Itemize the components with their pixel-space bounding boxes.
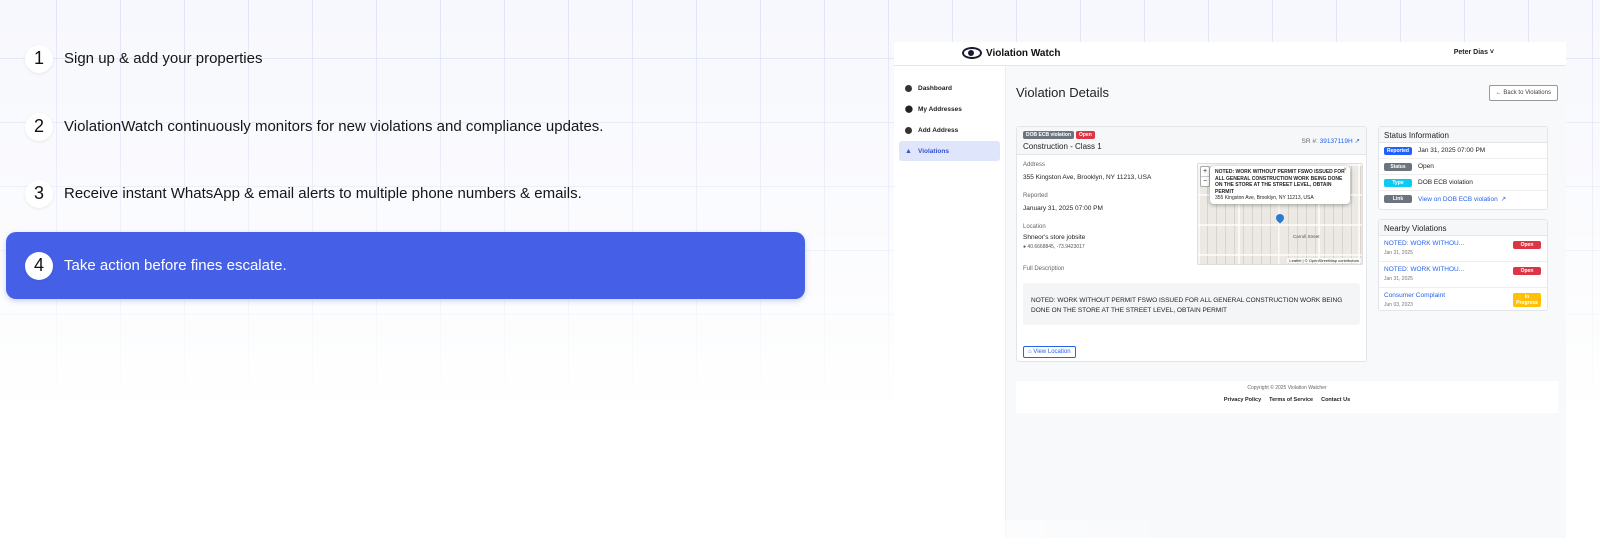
type-badge: DOB ECB violation — [1023, 131, 1075, 139]
home-icon: ⌂ — [1028, 349, 1032, 355]
eye-logo-icon — [962, 47, 982, 59]
nearby-status-badge: In Progress — [1513, 293, 1541, 307]
sidebar-item-my-addresses[interactable]: ⬤ My Addresses — [899, 99, 1000, 119]
plus-circle-icon — [905, 126, 912, 134]
view-location-label: View Location — [1033, 349, 1071, 355]
violation-title: Construction - Class 1 — [1023, 142, 1102, 151]
contact-us-link[interactable]: Contact Us — [1321, 397, 1350, 403]
app-screenshot: Violation Watch Peter Dias ˅ Dashboard ⬤… — [894, 42, 1566, 538]
nearby-item[interactable]: NOTED: WORK WITHOU... Jan 31, 2025 Open — [1379, 236, 1547, 262]
nearby-item-date: Jan 31, 2025 — [1384, 250, 1413, 256]
address-value: 355 Kingston Ave, Brooklyn, NY 11213, US… — [1023, 174, 1152, 181]
dashboard-icon — [905, 84, 912, 92]
status-badge: Open — [1075, 131, 1095, 139]
reported-label: Reported — [1023, 193, 1048, 199]
terms-of-service-link[interactable]: Terms of Service — [1269, 397, 1313, 403]
sr-label: SR #: — [1301, 138, 1318, 145]
status-value: Open — [1418, 163, 1434, 170]
status-row-status: Status Open — [1379, 159, 1547, 175]
nearby-card-title: Nearby Violations — [1379, 220, 1547, 236]
status-row-type: Type DOB ECB violation — [1379, 175, 1547, 191]
sidebar-item-label: My Addresses — [918, 105, 962, 113]
pin-icon: ● — [1023, 244, 1027, 250]
popup-close-icon[interactable]: × — [1343, 167, 1347, 173]
dob-link[interactable]: View on DOB ECB violation — [1418, 196, 1498, 203]
step-number: 3 — [25, 179, 53, 208]
status-badge: Status — [1384, 162, 1412, 171]
map-attribution[interactable]: Leaflet | © OpenStreetMap contributors — [1287, 258, 1361, 263]
location-label: Location — [1023, 224, 1046, 230]
main-content: Violation Details ← Back to Violations D… — [1006, 66, 1566, 538]
external-link-icon: ↗ — [1500, 196, 1507, 203]
step-3[interactable]: 3 Receive instant WhatsApp & email alert… — [6, 160, 805, 227]
nearby-item[interactable]: Consumer Complaint Jun 03, 2023 In Progr… — [1379, 288, 1547, 314]
sidebar-item-violations[interactable]: ▲ Violations — [899, 141, 1000, 161]
external-link-icon: ↗ — [1354, 138, 1360, 145]
step-4[interactable]: 4 Take action before fines escalate. — [6, 232, 805, 299]
nearby-item-date: Jan 31, 2025 — [1384, 276, 1413, 282]
warning-triangle-icon: ▲ — [905, 147, 912, 155]
popup-address: 355 Kingston Ave, Brooklyn, NY 11213, US… — [1215, 195, 1314, 201]
step-2[interactable]: 2 ViolationWatch continuously monitors f… — [6, 93, 805, 160]
footer: Copyright © 2025 Violation Watcher Priva… — [1016, 381, 1558, 413]
sidebar: Dashboard ⬤ My Addresses Add Address ▲ V… — [894, 66, 1006, 538]
map-widget[interactable]: + − × NOTED: WORK WITHOUT PERMIT FSWO IS… — [1197, 163, 1363, 265]
sidebar-item-label: Dashboard — [918, 84, 952, 92]
brand-name: Violation Watch — [986, 47, 1061, 59]
map-street-label: Carroll Street — [1293, 234, 1320, 239]
popup-title: NOTED: WORK WITHOUT PERMIT FSWO ISSUED F… — [1215, 169, 1345, 195]
nearby-status-badge: Open — [1513, 241, 1541, 249]
reported-value: Jan 31, 2025 07:00 PM — [1418, 147, 1486, 154]
step-1[interactable]: 1 Sign up & add your properties — [6, 25, 805, 92]
status-information-card: Status Information Reported Jan 31, 2025… — [1378, 126, 1548, 210]
status-row-link: Link View on DOB ECB violation ↗ — [1379, 191, 1547, 207]
reported-value: January 31, 2025 07:00 PM — [1023, 205, 1103, 212]
address-label: Address — [1023, 162, 1046, 168]
full-description: NOTED: WORK WITHOUT PERMIT FSWO ISSUED F… — [1023, 283, 1360, 325]
nearby-status-badge: Open — [1513, 267, 1541, 275]
type-value: DOB ECB violation — [1418, 179, 1473, 186]
top-navbar: Violation Watch Peter Dias ˅ — [894, 42, 1566, 66]
map-popup: × NOTED: WORK WITHOUT PERMIT FSWO ISSUED… — [1210, 166, 1350, 204]
sidebar-item-label: Add Address — [918, 126, 959, 134]
reported-badge: Reported — [1384, 146, 1412, 155]
map-zoom-control: + − — [1200, 166, 1210, 187]
step-number: 4 — [25, 251, 53, 280]
status-card-title: Status Information — [1379, 127, 1547, 143]
brand-logo[interactable]: Violation Watch — [962, 47, 1060, 59]
view-location-button[interactable]: ⌂ View Location — [1023, 346, 1076, 358]
map-marker-icon[interactable] — [1274, 212, 1286, 224]
step-text: Receive instant WhatsApp & email alerts … — [64, 185, 582, 202]
sidebar-item-label: Violations — [918, 147, 949, 155]
status-row-reported: Reported Jan 31, 2025 07:00 PM — [1379, 143, 1547, 159]
back-to-violations-button[interactable]: ← Back to Violations — [1488, 85, 1558, 101]
copyright: Copyright © 2025 Violation Watcher — [1247, 385, 1327, 391]
sidebar-item-add-address[interactable]: Add Address — [899, 120, 1000, 140]
fade-overlay — [894, 520, 1174, 538]
coordinates: 40.6668845, -73.9423017 — [1027, 244, 1085, 250]
step-number: 1 — [25, 44, 53, 73]
page-title: Violation Details — [1016, 85, 1109, 100]
step-text: ViolationWatch continuously monitors for… — [64, 118, 604, 135]
sidebar-item-dashboard[interactable]: Dashboard — [899, 78, 1000, 98]
step-number: 2 — [25, 112, 53, 141]
step-text: Take action before fines escalate. — [64, 257, 287, 274]
sr-number: SR #: 39137119H ↗ — [1302, 137, 1360, 145]
location-pin-icon: ⬤ — [905, 105, 913, 113]
type-badge: Type — [1384, 178, 1412, 187]
zoom-in-button[interactable]: + — [1201, 167, 1209, 176]
step-text: Sign up & add your properties — [64, 50, 263, 67]
full-description-label: Full Description — [1023, 266, 1065, 272]
sr-link[interactable]: 39137119H — [1320, 138, 1353, 145]
nearby-item[interactable]: NOTED: WORK WITHOU... Jan 31, 2025 Open — [1379, 262, 1547, 288]
card-header: DOB ECB violation Open Construction - Cl… — [1017, 127, 1366, 155]
location-value: Shneor's store jobsite — [1023, 234, 1086, 241]
nearby-violations-card: Nearby Violations NOTED: WORK WITHOU... … — [1378, 219, 1548, 311]
user-menu[interactable]: Peter Dias ˅ — [1454, 49, 1494, 56]
privacy-policy-link[interactable]: Privacy Policy — [1224, 397, 1261, 403]
link-badge: Link — [1384, 195, 1412, 203]
violation-detail-card: DOB ECB violation Open Construction - Cl… — [1016, 126, 1367, 362]
zoom-out-button[interactable]: − — [1201, 176, 1209, 186]
